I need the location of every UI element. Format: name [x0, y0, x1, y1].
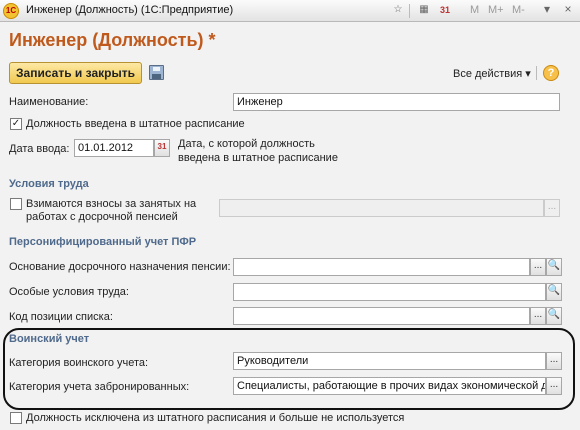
date-note-line1: Дата, с которой должность — [178, 138, 315, 150]
name-label: Наименование: — [9, 96, 89, 108]
memory-button-m-minus[interactable]: M- — [512, 4, 525, 16]
pension-basis-select-button[interactable]: ... — [530, 258, 546, 276]
early-pension-contributions-label-line1: Взимаются взносы за занятых на — [26, 198, 197, 210]
toolbar-separator — [409, 4, 410, 18]
pension-basis-label: Основание досрочного назначения пенсии: — [9, 261, 231, 273]
memory-button-m-plus[interactable]: M+ — [488, 4, 504, 16]
search-icon[interactable]: 🔍 — [546, 307, 562, 325]
date-note-line2: введена в штатное расписание — [178, 152, 338, 164]
search-icon[interactable]: 🔍 — [546, 283, 562, 301]
staff-schedule-label: Должность введена в штатное расписание — [26, 118, 245, 130]
special-conditions-field[interactable] — [233, 283, 546, 301]
reserved-category-label: Категория учета забронированных: — [9, 381, 190, 393]
chevron-down-icon: ▾ — [525, 68, 531, 80]
pension-basis-field[interactable] — [233, 258, 530, 276]
date-label: Дата ввода: — [9, 143, 70, 155]
save-icon[interactable] — [149, 65, 164, 80]
early-pension-contributions-field — [219, 199, 544, 217]
special-conditions-label: Особые условия труда: — [9, 286, 129, 298]
pfr-heading: Персонифицированный учет ПФР — [9, 236, 197, 248]
early-pension-contributions-checkbox[interactable] — [10, 198, 22, 210]
list-position-code-field[interactable] — [233, 307, 530, 325]
memory-button-m[interactable]: M — [470, 4, 479, 16]
work-conditions-heading: Условия труда — [9, 178, 89, 190]
calendar-picker-button[interactable]: 31 — [154, 139, 170, 157]
all-actions-label: Все действия — [453, 68, 523, 80]
date-field[interactable]: 01.01.2012 — [74, 139, 154, 157]
list-position-code-label: Код позиции списка: — [9, 311, 113, 323]
minimize-icon[interactable]: ▾ — [539, 2, 555, 18]
1c-logo-icon: 1С — [3, 3, 19, 19]
name-field[interactable]: Инженер — [233, 93, 560, 111]
calendar-icon[interactable]: 31 — [437, 3, 453, 19]
early-pension-contributions-select-button: ... — [544, 199, 560, 217]
form-title: Инженер (Должность) * — [9, 30, 216, 50]
toolbar-separator — [536, 66, 537, 80]
window-title: Инженер (Должность) (1С:Предприятие) — [26, 4, 234, 16]
position-excluded-checkbox[interactable] — [10, 412, 22, 424]
military-registration-heading: Воинский учет — [9, 333, 90, 345]
help-button[interactable]: ? — [543, 65, 559, 81]
staff-schedule-checkbox[interactable]: ✓ — [10, 118, 22, 130]
reserved-category-select-button[interactable]: ... — [546, 377, 562, 395]
star-icon[interactable]: ☆ — [390, 3, 406, 19]
calculator-icon[interactable]: ▦ — [416, 3, 432, 19]
early-pension-contributions-label-line2: работах с досрочной пенсией — [26, 211, 178, 223]
military-category-label: Категория воинского учета: — [9, 357, 149, 369]
military-category-field[interactable]: Руководители — [233, 352, 546, 370]
military-category-select-button[interactable]: ... — [546, 352, 562, 370]
reserved-category-field[interactable]: Специалисты, работающие в прочих видах э… — [233, 377, 546, 395]
list-position-code-select-button[interactable]: ... — [530, 307, 546, 325]
all-actions-menu[interactable]: Все действия ▾ — [453, 67, 531, 80]
save-and-close-button[interactable]: Записать и закрыть — [9, 62, 142, 84]
position-excluded-label: Должность исключена из штатного расписан… — [26, 412, 405, 424]
close-icon[interactable]: × — [560, 2, 576, 18]
search-icon[interactable]: 🔍 — [546, 258, 562, 276]
